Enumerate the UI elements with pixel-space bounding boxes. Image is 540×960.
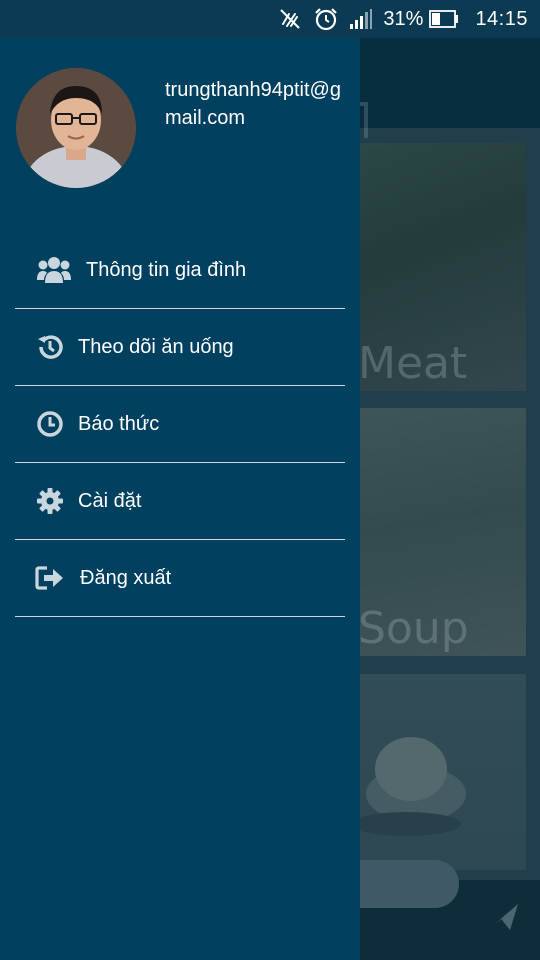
avatar-photo xyxy=(16,68,136,188)
status-bar: 31% 14:15 xyxy=(0,0,540,38)
battery-icon xyxy=(429,10,459,28)
menu-item-logout[interactable]: Đăng xuất xyxy=(15,540,345,617)
drawer-menu: Thông tin gia đình Theo dõi ăn uống Báo … xyxy=(0,232,360,617)
menu-item-label: Thông tin gia đình xyxy=(86,258,247,281)
menu-item-family-info[interactable]: Thông tin gia đình xyxy=(15,232,345,309)
menu-item-label: Báo thức xyxy=(78,412,160,435)
avatar[interactable] xyxy=(16,68,136,188)
navigation-drawer: trungthanh94ptit@gmail.com Thông tin gia… xyxy=(0,38,360,960)
gear-icon xyxy=(35,486,65,516)
user-email: trungthanh94ptit@gmail.com xyxy=(165,79,341,129)
menu-item-settings[interactable]: Cài đặt xyxy=(15,463,345,540)
history-icon xyxy=(35,332,65,362)
menu-item-label: Cài đặt xyxy=(78,489,142,512)
menu-item-alarm[interactable]: Báo thức xyxy=(15,386,345,463)
battery-percent: 31% xyxy=(383,7,424,30)
logout-icon xyxy=(35,563,65,593)
clock-icon xyxy=(35,409,65,439)
alarm-clock-icon xyxy=(313,6,339,32)
clock-time: 14:15 xyxy=(475,7,528,30)
menu-item-label: Đăng xuất xyxy=(80,566,172,589)
menu-item-label: Theo dõi ăn uống xyxy=(78,335,234,358)
family-icon xyxy=(37,255,71,285)
no-sync-icon xyxy=(277,6,303,32)
menu-item-diet-tracking[interactable]: Theo dõi ăn uống xyxy=(15,309,345,386)
drawer-profile-header: trungthanh94ptit@gmail.com xyxy=(0,38,360,228)
signal-icon xyxy=(349,8,373,30)
